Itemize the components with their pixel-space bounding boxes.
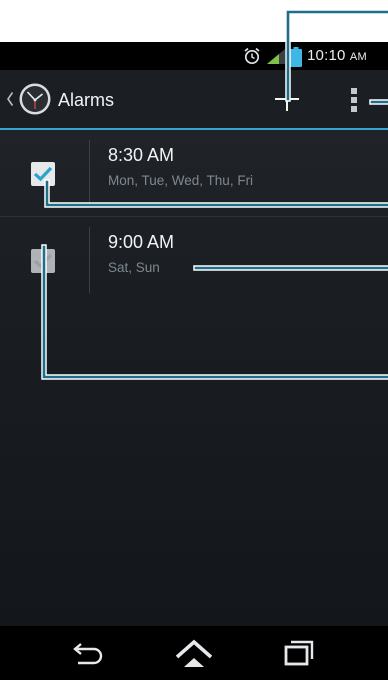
alarm-days: Sat, Sun — [108, 260, 160, 275]
alarm-row[interactable]: 9:00 AM Sat, Sun — [0, 217, 388, 303]
clock-ampm: AM — [349, 51, 367, 63]
page-title: Alarms — [58, 90, 115, 110]
navigation-bar — [0, 626, 388, 680]
alarm-enabled-checkbox[interactable] — [31, 162, 55, 186]
clock-app-icon[interactable] — [18, 82, 52, 116]
alarm-clock-icon — [244, 47, 260, 65]
battery-icon — [290, 47, 302, 67]
row-divider — [89, 227, 90, 293]
clock-time: 10:10 — [307, 47, 346, 64]
status-bar: 10:10 AM — [0, 42, 388, 70]
signal-icon — [267, 49, 285, 64]
alarm-row[interactable]: 8:30 AM Mon, Tue, Wed, Thu, Fri — [0, 130, 388, 217]
up-caret-icon[interactable] — [6, 91, 14, 107]
recent-apps-icon[interactable] — [284, 640, 314, 666]
status-time: 10:10 AM — [307, 47, 367, 64]
add-icon[interactable] — [270, 84, 304, 114]
alarm-time: 8:30 AM — [108, 145, 175, 165]
alarm-days: Mon, Tue, Wed, Thu, Fri — [108, 173, 254, 188]
row-divider — [89, 140, 90, 206]
back-icon[interactable] — [70, 642, 104, 666]
alarm-enabled-checkbox[interactable] — [31, 249, 55, 273]
check-mark-icon — [33, 253, 53, 269]
check-mark-icon — [33, 166, 53, 182]
overflow-menu-icon[interactable] — [348, 86, 362, 114]
phone-screen: 10:10 AM Alarms 8:30 AM Mon, Tue, Wed, T… — [0, 42, 388, 680]
home-icon[interactable] — [174, 639, 214, 669]
alarm-time: 9:00 AM — [108, 232, 175, 252]
action-bar: Alarms — [0, 70, 388, 130]
